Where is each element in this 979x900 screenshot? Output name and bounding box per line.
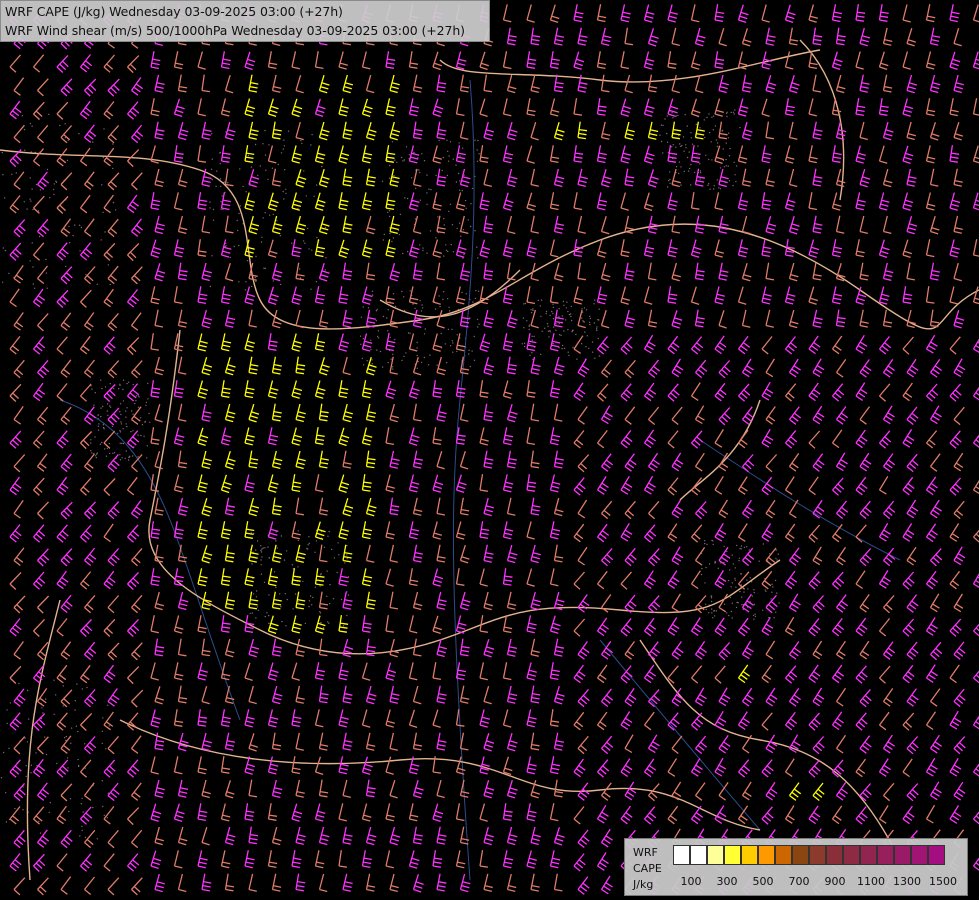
legend-tick-label: 700	[788, 875, 810, 888]
legend-tick-label: 1100	[857, 875, 885, 888]
legend-swatch	[775, 845, 792, 865]
map-title-box: WRF CAPE (J/kg) Wednesday 03-09-2025 03:…	[0, 0, 490, 42]
legend-tick-label: 500	[752, 875, 774, 888]
legend-color-scale	[673, 845, 945, 867]
legend-swatch	[843, 845, 860, 865]
cape-legend: WRF CAPE J/kg 100 300 500 700 900 1100 1300 150…	[624, 838, 968, 896]
legend-swatch	[877, 845, 894, 865]
legend-swatch	[928, 845, 945, 865]
legend-swatch	[690, 845, 707, 865]
legend-swatch	[826, 845, 843, 865]
legend-swatch	[707, 845, 724, 865]
wind-shear-title: WRF Wind shear (m/s) 500/1000hPa Wednesd…	[5, 23, 465, 38]
cape-title: WRF CAPE (J/kg) Wednesday 03-09-2025 03:…	[5, 4, 343, 19]
legend-model-label: WRF	[633, 846, 658, 859]
legend-swatch	[673, 845, 690, 865]
legend-tick-label: 900	[824, 875, 846, 888]
legend-tick-label: 100	[680, 875, 702, 888]
legend-tick-label: 300	[716, 875, 738, 888]
weather-map	[0, 0, 979, 900]
legend-swatch	[911, 845, 928, 865]
legend-tick-labels: 100 300 500 700 900 1100 1300 1500	[673, 875, 963, 891]
legend-swatch	[894, 845, 911, 865]
legend-swatch	[792, 845, 809, 865]
legend-swatch	[758, 845, 775, 865]
legend-swatch	[860, 845, 877, 865]
legend-swatch	[741, 845, 758, 865]
legend-field-label: CAPE	[633, 862, 662, 875]
legend-tick-label: 1500	[929, 875, 957, 888]
legend-tick-label: 1300	[893, 875, 921, 888]
legend-swatch	[809, 845, 826, 865]
legend-swatch	[724, 845, 741, 865]
legend-unit-label: J/kg	[633, 878, 654, 891]
